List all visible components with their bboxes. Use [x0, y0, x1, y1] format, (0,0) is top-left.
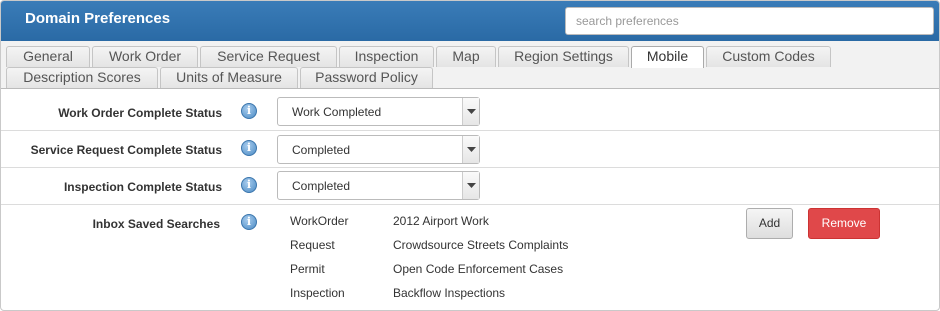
saved-search-type: Inspection: [290, 286, 345, 300]
tab-bar: General Work Order Service Request Inspe…: [1, 41, 939, 89]
tab-service-request[interactable]: Service Request: [200, 46, 337, 67]
inspection-status-select[interactable]: Completed: [277, 171, 480, 200]
page-title: Domain Preferences: [25, 10, 171, 27]
setting-row-service-request: Service Request Complete Status i Comple…: [1, 131, 939, 168]
chevron-down-icon: [462, 136, 479, 163]
tab-custom-codes[interactable]: Custom Codes: [706, 46, 831, 67]
saved-search-type: Request: [290, 238, 335, 252]
select-value: Completed: [292, 179, 351, 193]
search-input[interactable]: [565, 7, 934, 35]
tab-mobile[interactable]: Mobile: [631, 46, 704, 68]
select-value: Work Completed: [292, 105, 382, 119]
service-request-status-select[interactable]: Completed: [277, 135, 480, 164]
tab-description-scores[interactable]: Description Scores: [6, 67, 158, 88]
inbox-saved-searches-label: Inbox Saved Searches: [92, 217, 220, 231]
tab-work-order[interactable]: Work Order: [92, 46, 198, 67]
saved-search-type: Permit: [290, 262, 325, 276]
saved-search-name[interactable]: 2012 Airport Work: [393, 214, 489, 228]
remove-button[interactable]: Remove: [808, 208, 880, 239]
inspection-status-label: Inspection Complete Status: [63, 180, 222, 194]
setting-row-work-order: Work Order Complete Status i Work Comple…: [1, 93, 939, 131]
setting-row-inspection: Inspection Complete Status i Completed: [1, 168, 939, 205]
select-value: Completed: [292, 143, 351, 157]
tab-general[interactable]: General: [6, 46, 90, 67]
tab-inspection[interactable]: Inspection: [339, 46, 434, 67]
add-button[interactable]: Add: [746, 208, 793, 239]
saved-search-name[interactable]: Crowdsource Streets Complaints: [393, 238, 568, 252]
info-icon[interactable]: i: [241, 103, 257, 119]
saved-search-type: WorkOrder: [290, 214, 349, 228]
service-request-status-label: Service Request Complete Status: [30, 143, 222, 157]
info-icon[interactable]: i: [241, 140, 257, 156]
info-icon[interactable]: i: [241, 214, 257, 230]
saved-search-name[interactable]: Backflow Inspections: [393, 286, 505, 300]
tab-map[interactable]: Map: [436, 46, 496, 67]
domain-preferences-panel: Domain Preferences General Work Order Se…: [0, 0, 940, 311]
tab-region-settings[interactable]: Region Settings: [498, 46, 629, 67]
tab-password-policy[interactable]: Password Policy: [300, 67, 433, 88]
chevron-down-icon: [462, 98, 479, 125]
work-order-status-select[interactable]: Work Completed: [277, 97, 480, 126]
chevron-down-icon: [462, 172, 479, 199]
saved-search-name[interactable]: Open Code Enforcement Cases: [393, 262, 563, 276]
header-bar: Domain Preferences: [1, 1, 939, 41]
tab-units-of-measure[interactable]: Units of Measure: [160, 67, 298, 88]
work-order-status-label: Work Order Complete Status: [58, 106, 222, 120]
info-icon[interactable]: i: [241, 177, 257, 193]
